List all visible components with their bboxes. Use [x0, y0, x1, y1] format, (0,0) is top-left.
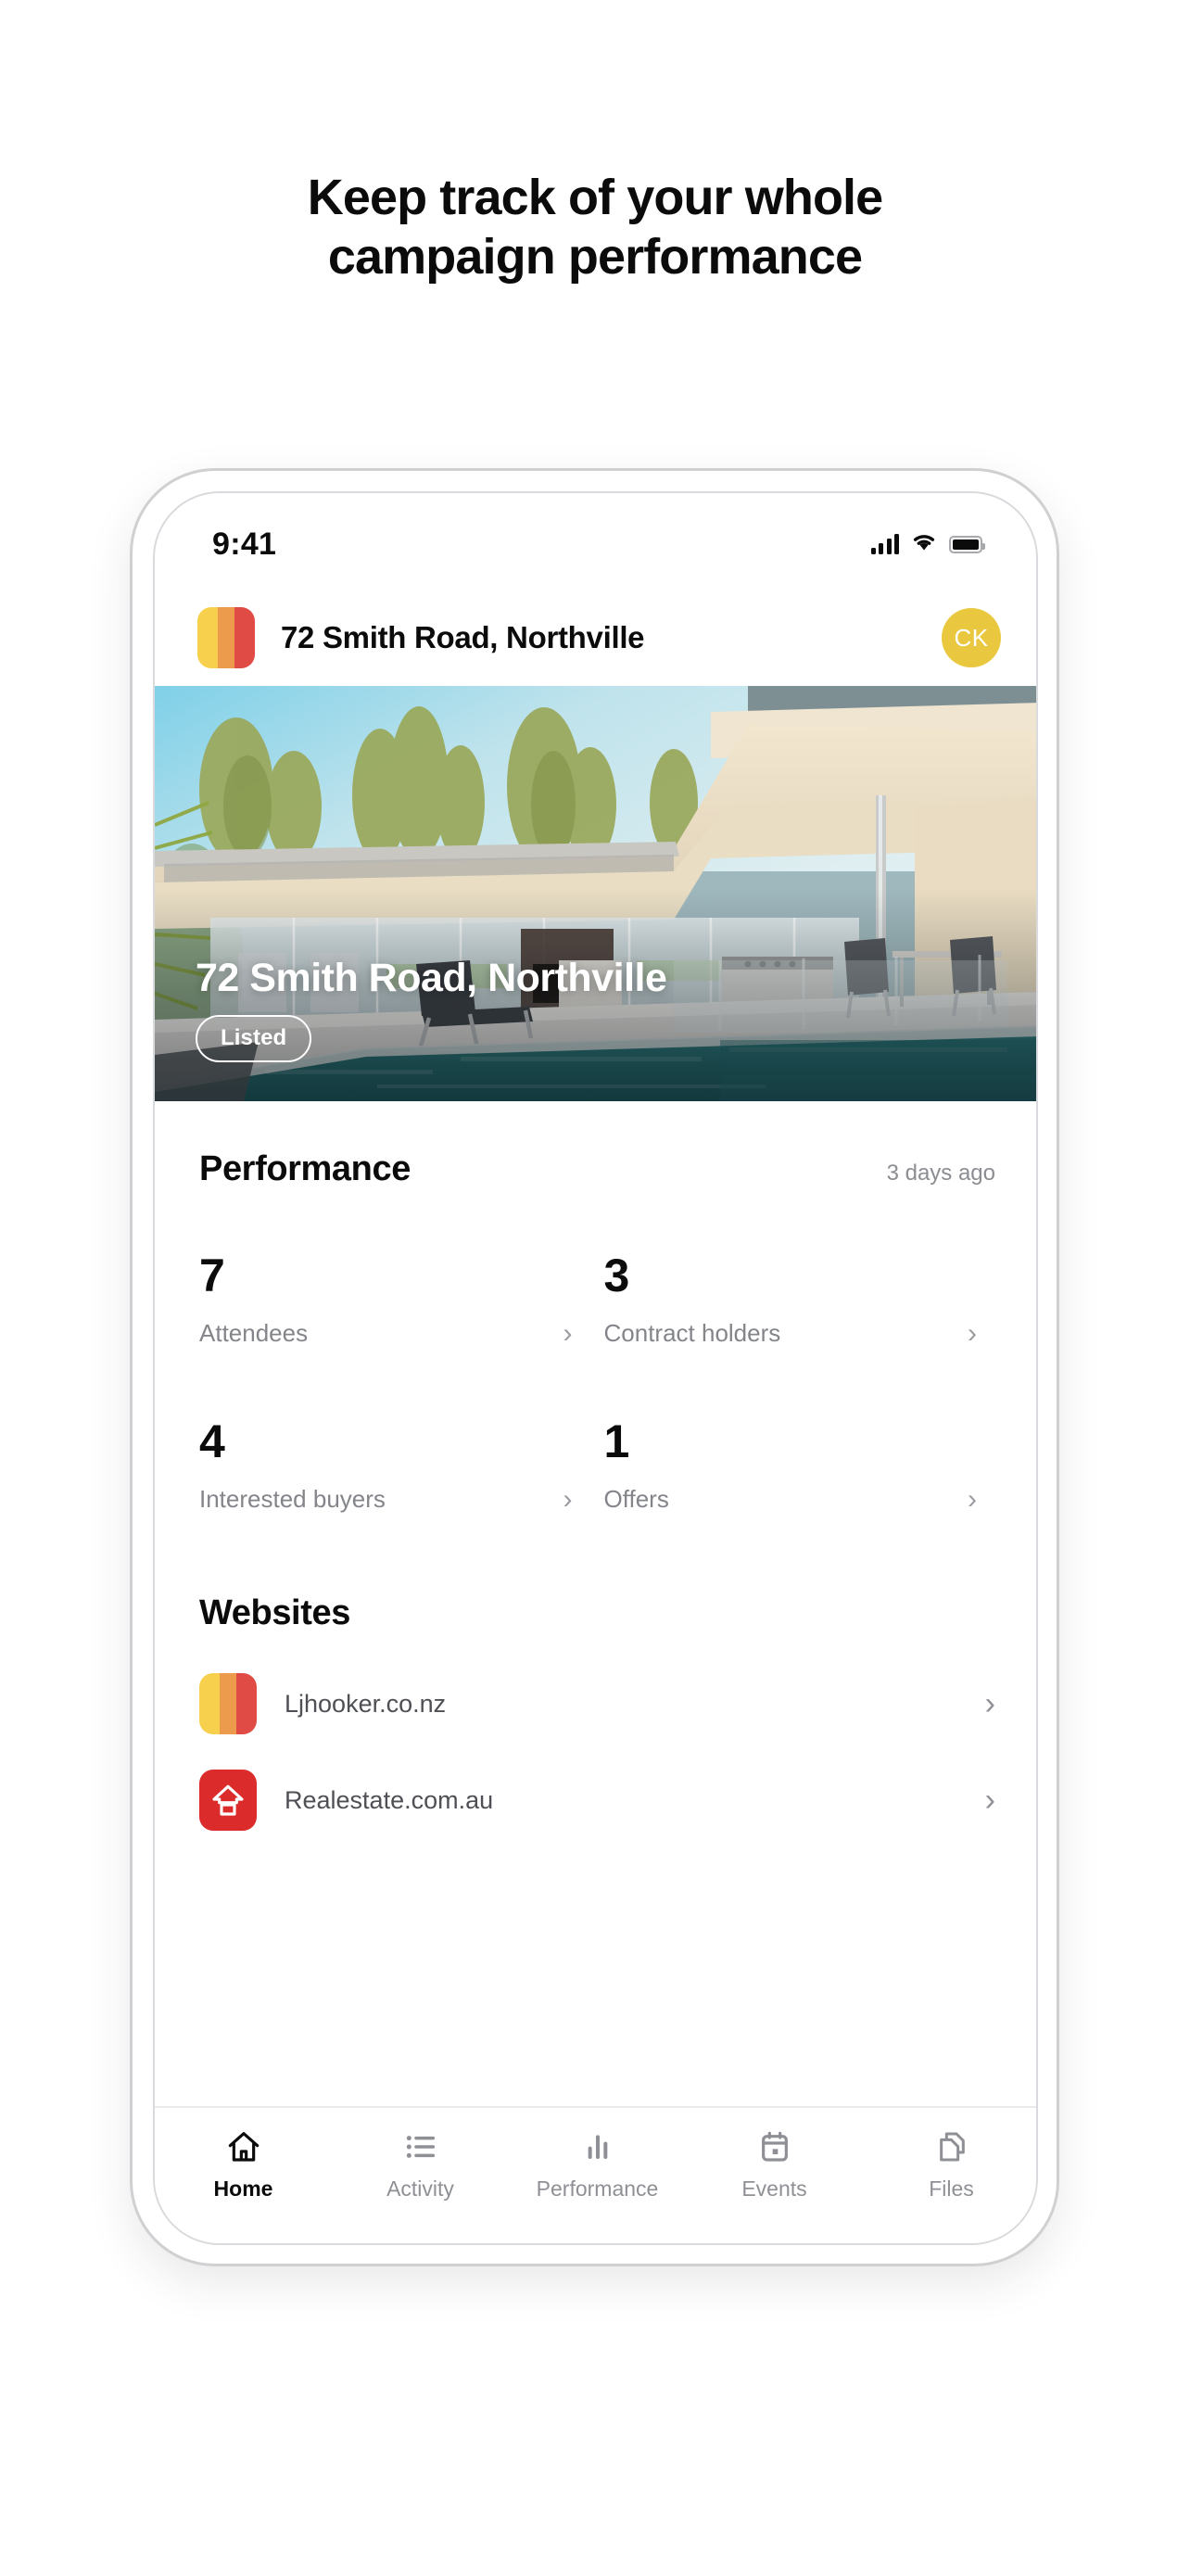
hero-text-block: 72 Smith Road, Northville Listed [196, 956, 667, 1062]
tab-performance[interactable]: Performance [509, 2128, 686, 2202]
status-bar-time: 9:41 [212, 526, 277, 562]
stat-value: 4 [199, 1415, 225, 1467]
performance-title: Performance [199, 1149, 411, 1188]
wifi-icon [911, 532, 937, 556]
tab-label: Files [929, 2176, 974, 2201]
chevron-right-icon: › [968, 1317, 977, 1349]
chevron-right-icon: › [563, 1317, 573, 1349]
tab-events[interactable]: Events [686, 2128, 863, 2202]
ljhooker-logo-icon [197, 607, 255, 668]
tab-activity[interactable]: Activity [332, 2128, 509, 2202]
stat-row: Interested buyers › [199, 1485, 573, 1514]
avatar[interactable]: CK [942, 608, 1001, 667]
hero-title: 72 Smith Road, Northville [196, 956, 667, 1000]
ljhooker-logo-icon [199, 1673, 257, 1734]
stat-row: Contract holders › [604, 1319, 978, 1348]
chevron-right-icon: › [563, 1483, 573, 1515]
status-badge: Listed [196, 1015, 312, 1062]
chevron-right-icon: › [984, 1686, 995, 1721]
stat-label: Offers [603, 1485, 669, 1513]
stat-contract-holders[interactable]: 3 Contract holders › [604, 1252, 1009, 1348]
stat-value: 7 [199, 1250, 225, 1301]
bar-chart-icon [579, 2128, 616, 2165]
status-bar-icons [870, 532, 985, 556]
stat-label: Contract holders [603, 1319, 781, 1347]
tab-home[interactable]: Home [155, 2128, 332, 2202]
website-row-realestate[interactable]: Realestate.com.au › [155, 1752, 1036, 1848]
home-icon [225, 2128, 262, 2165]
website-label: Realestate.com.au [285, 1785, 494, 1814]
headline-line-1: Keep track of your whole [307, 170, 883, 225]
status-bar: 9:41 [155, 493, 1036, 590]
stat-attendees[interactable]: 7 Attendees › [199, 1252, 604, 1348]
stat-offers[interactable]: 1 Offers › [604, 1418, 1009, 1514]
stat-label: Interested buyers [199, 1485, 386, 1513]
realestate-house-icon [199, 1770, 257, 1831]
websites-title: Websites [199, 1593, 350, 1632]
battery-full-icon [949, 535, 985, 553]
phone-frame: 9:41 72 Smith Road, Northville CK 72 Smi… [130, 468, 1059, 2266]
app-header: 72 Smith Road, Northville CK [155, 590, 1036, 686]
files-icon [933, 2128, 970, 2165]
phone-screen: 9:41 72 Smith Road, Northville CK 72 Smi… [153, 491, 1038, 2245]
app-header-title: 72 Smith Road, Northville [281, 620, 645, 654]
performance-stats-grid: 7 Attendees › 3 Contract holders › 4 Int… [155, 1189, 1036, 1514]
website-label: Ljhooker.co.nz [285, 1689, 447, 1718]
tab-label: Activity [386, 2176, 454, 2201]
promo-screen: Keep track of your whole campaign perfor… [0, 0, 1190, 2576]
performance-updated: 3 days ago [886, 1161, 995, 1186]
websites-section-header: Websites [155, 1593, 1036, 1633]
list-icon [402, 2128, 439, 2165]
chevron-right-icon: › [984, 1783, 995, 1818]
stat-row: Attendees › [199, 1319, 573, 1348]
bottom-tab-bar: Home Activity Performance Events Files [155, 2106, 1036, 2243]
page-title: Keep track of your whole campaign perfor… [0, 169, 1190, 286]
tab-label: Home [213, 2176, 273, 2201]
calendar-icon [756, 2128, 793, 2165]
tab-label: Performance [536, 2176, 659, 2201]
stat-row: Offers › [604, 1485, 978, 1514]
chevron-right-icon: › [968, 1483, 977, 1515]
stat-value: 1 [603, 1415, 630, 1467]
property-hero-image[interactable]: 72 Smith Road, Northville Listed [155, 686, 1036, 1101]
website-row-ljhooker[interactable]: Ljhooker.co.nz › [155, 1656, 1036, 1752]
stat-value: 3 [603, 1250, 630, 1301]
stat-interested-buyers[interactable]: 4 Interested buyers › [199, 1418, 604, 1514]
cellular-signal-icon [870, 534, 899, 554]
tab-label: Events [741, 2176, 807, 2201]
headline-line-2: campaign performance [327, 228, 863, 285]
screen-content: Performance 3 days ago 7 Attendees › 3 C… [155, 1101, 1036, 2243]
stat-label: Attendees [199, 1319, 309, 1347]
performance-section-header: Performance 3 days ago [155, 1149, 1036, 1189]
tab-files[interactable]: Files [863, 2128, 1036, 2202]
